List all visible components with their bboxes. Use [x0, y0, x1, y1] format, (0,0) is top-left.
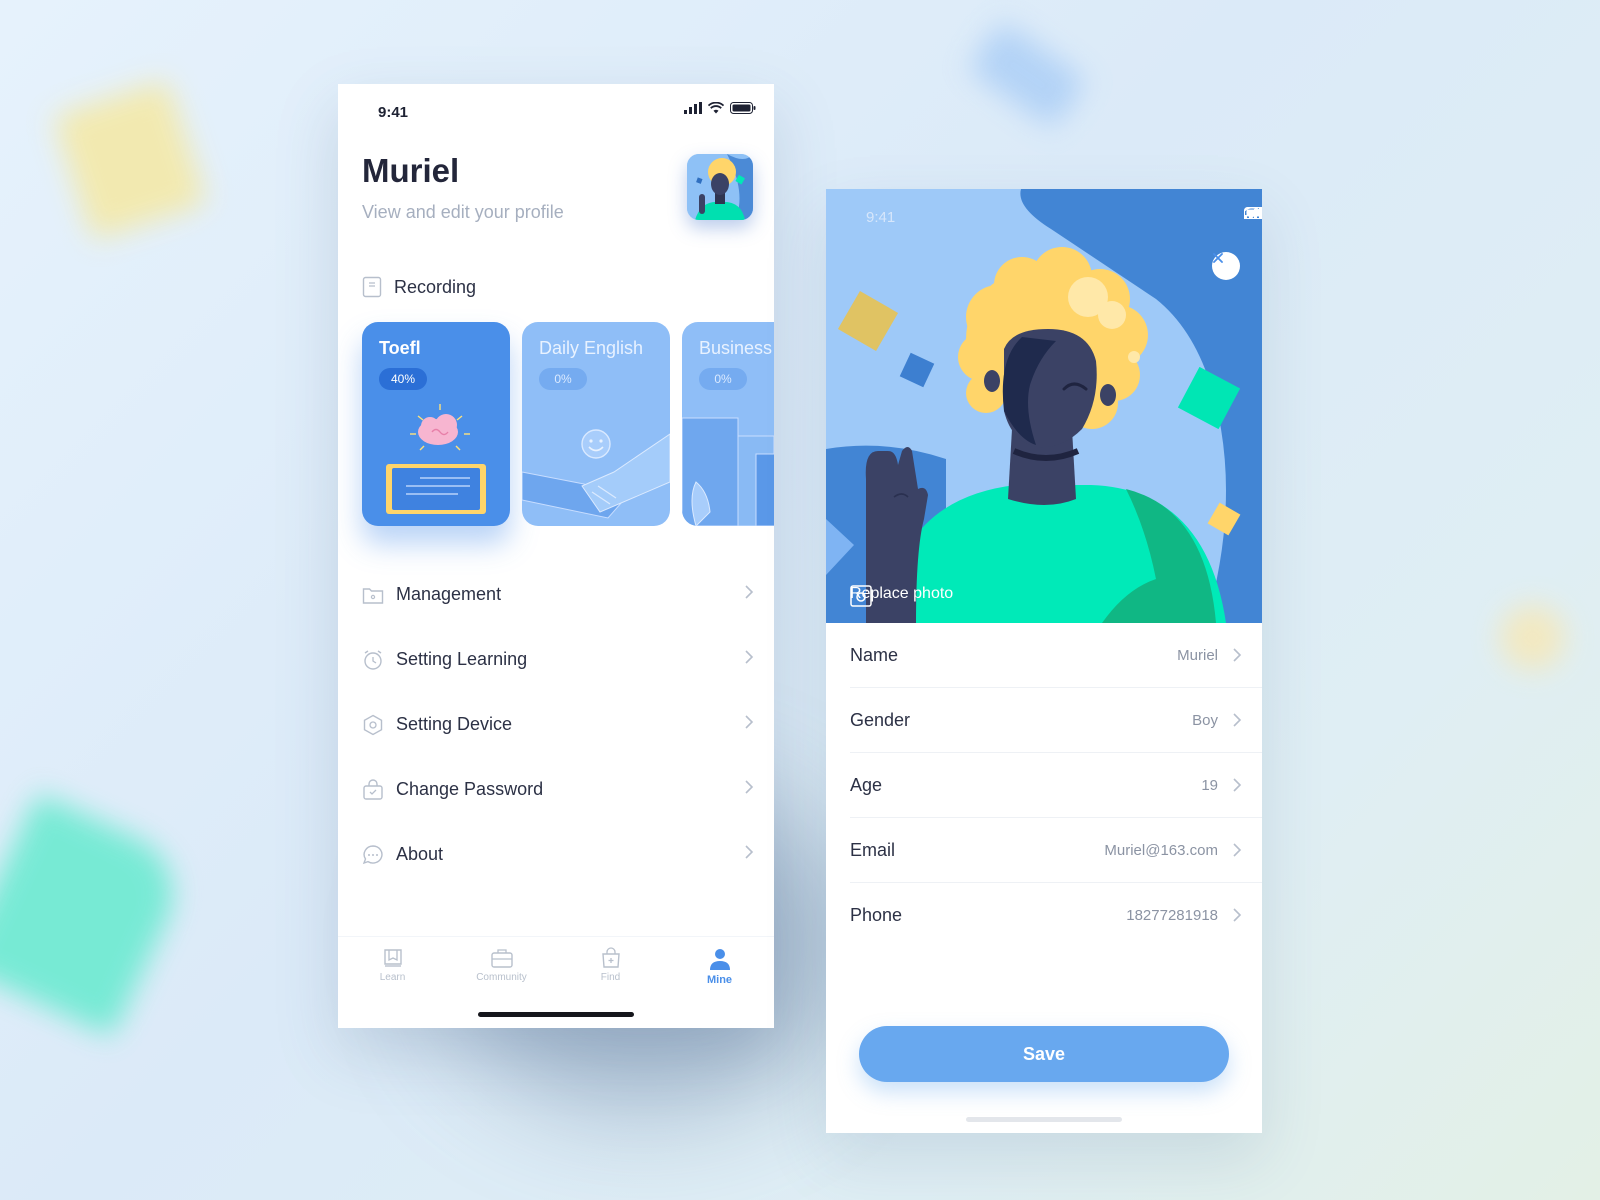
profile-screen: 9:41 Muriel View and edit your profile R…: [338, 84, 774, 1028]
field-phone[interactable]: Phone 18277281918: [850, 883, 1262, 948]
chevron-right-icon: [745, 715, 754, 729]
home-indicator[interactable]: [478, 1012, 634, 1017]
menu-item-label: Setting Learning: [396, 649, 528, 669]
alarm-clock-icon: [362, 649, 384, 671]
person-icon: [709, 949, 730, 970]
page-title: Muriel: [362, 152, 460, 189]
chevron-right-icon: [1233, 648, 1242, 662]
chevron-right-icon: [1233, 843, 1242, 857]
course-progress-badge: 0%: [699, 368, 747, 390]
status-icons: [684, 102, 756, 114]
field-email[interactable]: Email Muriel@163.com: [850, 818, 1262, 883]
user-illustration-avatar: [687, 154, 753, 220]
home-indicator[interactable]: [966, 1117, 1122, 1122]
course-title: Toefl: [379, 338, 421, 358]
chevron-right-icon: [745, 585, 754, 599]
chevron-right-icon: [1233, 778, 1242, 792]
briefcase-icon: [490, 949, 513, 968]
course-card-daily-english[interactable]: Daily English 0%: [522, 322, 670, 526]
replace-photo-button[interactable]: Replace photo: [850, 585, 953, 607]
menu-item-about[interactable]: About: [362, 822, 754, 887]
status-bar: 9:41: [826, 189, 1262, 239]
course-card-business[interactable]: Business 0%: [682, 322, 774, 526]
menu-item-management[interactable]: Management: [362, 562, 754, 627]
menu-item-label: Change Password: [396, 779, 544, 799]
field-value: Boy: [1192, 711, 1218, 729]
course-progress-badge: 0%: [539, 368, 587, 390]
menu-item-label: Setting Device: [396, 714, 513, 734]
chat-bubble-icon: [362, 844, 384, 866]
shopping-bag-icon: [601, 947, 620, 968]
menu-item-label: Management: [396, 584, 502, 604]
close-button[interactable]: [1212, 252, 1240, 280]
decor-yellow-shape: [52, 79, 208, 241]
user-illustration: [826, 189, 1262, 623]
tab-bar: Learn Community Find Mine: [338, 936, 774, 996]
chevron-right-icon: [745, 650, 754, 664]
status-time: 9:41: [866, 209, 896, 226]
menu-item-label: About: [396, 844, 444, 864]
decor-green-shape: [0, 792, 193, 1038]
field-label: Gender: [850, 709, 911, 730]
course-cards: Toefl 40% Daily English 0% Business 0%: [362, 322, 774, 526]
tab-community[interactable]: Community: [447, 937, 556, 996]
chevron-right-icon: [745, 780, 754, 794]
recording-label: Recording: [394, 276, 477, 297]
field-label: Email: [850, 839, 896, 860]
edit-profile-screen: 9:41 Replace photo Name Muriel Gender Bo…: [826, 189, 1262, 1133]
field-label: Age: [850, 774, 883, 795]
signal-icon: [684, 102, 702, 114]
field-value: Muriel: [1177, 646, 1218, 664]
field-label: Phone: [850, 905, 903, 925]
chevron-right-icon: [745, 845, 754, 859]
field-name[interactable]: Name Muriel: [850, 623, 1262, 688]
lock-bag-icon: [362, 778, 384, 801]
decor-blue-shape: [967, 20, 1088, 130]
document-icon: [362, 276, 382, 298]
menu-item-setting-device[interactable]: Setting Device: [362, 692, 754, 757]
hexagon-settings-icon: [362, 714, 384, 736]
menu-item-setting-learning[interactable]: Setting Learning: [362, 627, 754, 692]
tab-label: Mine: [706, 974, 733, 986]
tab-label: Community: [476, 972, 527, 983]
field-age[interactable]: Age 19: [850, 753, 1262, 818]
field-gender[interactable]: Gender Boy: [850, 688, 1262, 753]
decor-yellow-dot: [1500, 605, 1565, 670]
close-icon: [1213, 253, 1223, 263]
save-button[interactable]: Save: [859, 1026, 1229, 1082]
field-value: Muriel@163.com: [1104, 841, 1218, 859]
course-title: Business: [699, 338, 773, 358]
menu-item-change-password[interactable]: Change Password: [362, 757, 754, 822]
folder-icon: [362, 584, 384, 606]
course-title: Daily English: [539, 338, 644, 358]
camera-icon: [850, 585, 872, 607]
tab-mine[interactable]: Mine: [665, 937, 774, 996]
field-label: Name: [850, 644, 899, 665]
book-icon: [383, 949, 402, 967]
course-card-toefl[interactable]: Toefl 40%: [362, 322, 510, 526]
profile-photo[interactable]: 9:41 Replace photo: [826, 189, 1262, 623]
status-time: 9:41: [378, 104, 409, 121]
battery-icon: [1244, 207, 1262, 219]
course-progress-badge: 40%: [379, 368, 427, 390]
battery-icon: [730, 102, 756, 114]
tab-label: Learn: [379, 972, 406, 983]
field-value: 19: [1201, 776, 1218, 794]
tab-label: Find: [600, 972, 621, 983]
chevron-right-icon: [1233, 908, 1242, 922]
page-subtitle: View and edit your profile: [362, 202, 564, 222]
field-value: 18277281918: [1126, 907, 1218, 924]
tab-find[interactable]: Find: [556, 937, 665, 996]
tab-learn[interactable]: Learn: [338, 937, 447, 996]
avatar[interactable]: [687, 154, 753, 220]
settings-menu: Management Setting Learning Setting Devi…: [362, 562, 754, 887]
chevron-right-icon: [1233, 713, 1242, 727]
wifi-icon: [708, 102, 724, 114]
status-bar: 9:41: [338, 84, 774, 134]
profile-fields: Name Muriel Gender Boy Age 19 Email Muri…: [826, 623, 1262, 948]
recording-section[interactable]: Recording: [362, 276, 476, 298]
